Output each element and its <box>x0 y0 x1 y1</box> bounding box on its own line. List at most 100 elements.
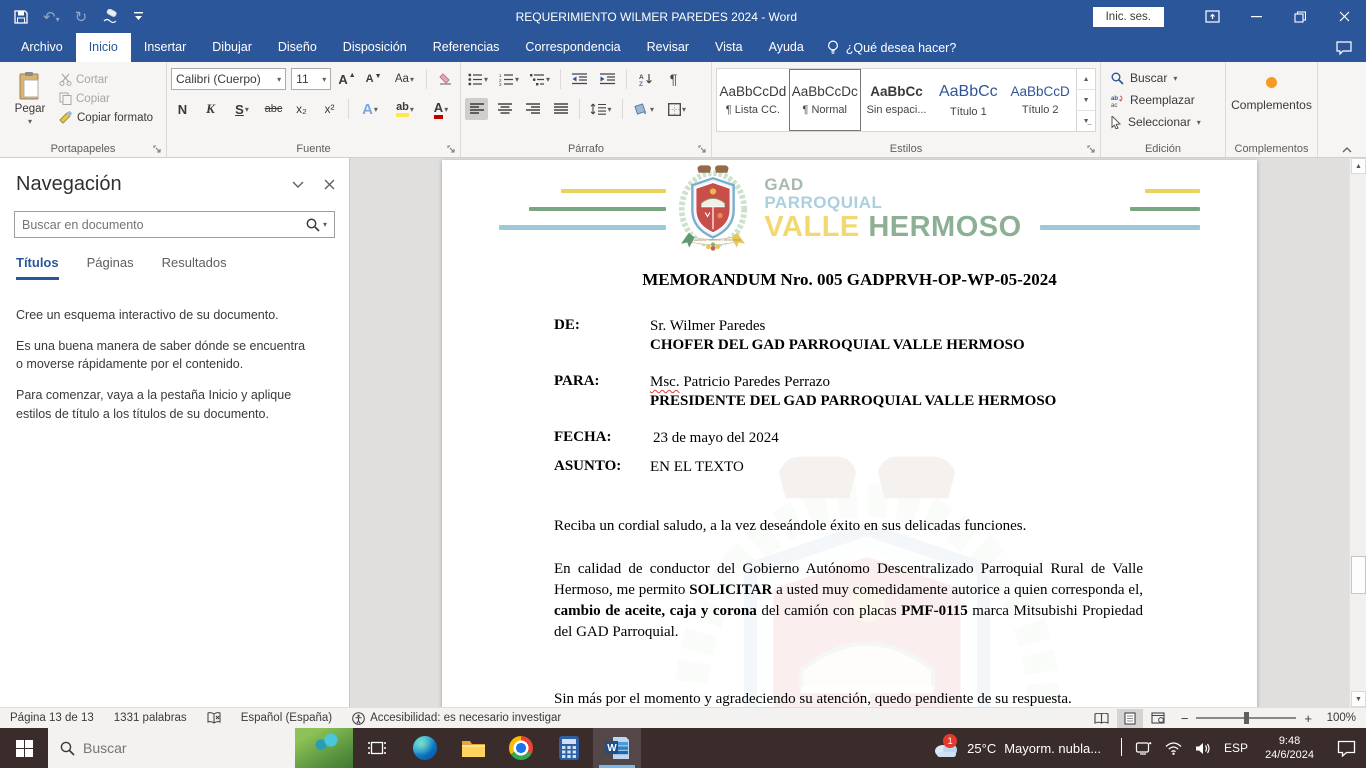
tab-referencias[interactable]: Referencias <box>420 33 513 62</box>
nav-search-input[interactable] <box>22 217 306 232</box>
tab-archivo[interactable]: Archivo <box>8 33 76 62</box>
paragraph-dialog-launcher-icon[interactable] <box>698 145 707 154</box>
search-icon[interactable] <box>306 218 320 232</box>
superscript-button[interactable]: x² <box>318 98 341 120</box>
clear-formatting-button[interactable] <box>434 68 456 90</box>
show-paragraph-marks-button[interactable]: ¶ <box>662 68 685 90</box>
paste-dropdown-icon[interactable]: ▾ <box>28 117 32 126</box>
word-app-button[interactable]: W <box>593 728 641 768</box>
calculator-app-button[interactable] <box>545 728 593 768</box>
tab-disposicion[interactable]: Disposición <box>330 33 420 62</box>
style-normal[interactable]: AaBbCcDc ¶ Normal <box>788 69 861 131</box>
start-button[interactable] <box>0 728 48 768</box>
file-explorer-button[interactable] <box>449 728 497 768</box>
styles-scroll-down-icon[interactable]: ▼ <box>1077 90 1096 111</box>
action-center-icon[interactable] <box>1337 740 1356 757</box>
close-button[interactable] <box>1322 0 1366 33</box>
scroll-up-icon[interactable]: ▲ <box>1351 158 1366 174</box>
tab-revisar[interactable]: Revisar <box>634 33 702 62</box>
proofing-icon[interactable] <box>207 712 221 724</box>
tray-expand-icon[interactable] <box>1121 738 1123 757</box>
collapse-ribbon-icon[interactable] <box>1342 146 1352 153</box>
zoom-slider[interactable] <box>1196 712 1297 724</box>
tab-inicio[interactable]: Inicio <box>75 33 131 62</box>
clock[interactable]: 9:48 24/6/2024 <box>1261 734 1318 762</box>
find-button[interactable]: Buscar ▾ <box>1105 67 1221 89</box>
style-lista-cc[interactable]: AaBbCcDd ¶ Lista CC. <box>717 69 789 131</box>
read-mode-icon[interactable] <box>1089 709 1115 728</box>
font-family-combo[interactable]: Calibri (Cuerpo) ▾ <box>171 68 287 90</box>
align-right-button[interactable] <box>521 98 544 120</box>
increase-indent-button[interactable] <box>596 68 619 90</box>
tab-vista[interactable]: Vista <box>702 33 756 62</box>
align-center-button[interactable] <box>493 98 516 120</box>
language-indicator[interactable]: Español (España) <box>241 712 332 724</box>
vertical-scrollbar[interactable]: ▲ ▼ <box>1349 158 1366 707</box>
font-size-combo[interactable]: 11 ▾ <box>291 68 332 90</box>
ribbon-display-options-icon[interactable] <box>1190 0 1234 33</box>
volume-icon[interactable] <box>1195 742 1211 755</box>
save-icon[interactable] <box>14 9 28 24</box>
weather-widget[interactable]: 1 25°C Mayorm. nubla... <box>923 728 1111 768</box>
edge-app-button[interactable] <box>401 728 449 768</box>
style-sin-espaciado[interactable]: AaBbCc Sin espaci... <box>861 69 933 131</box>
multilevel-list-button[interactable]: ▾ <box>527 68 553 90</box>
tab-diseno[interactable]: Diseño <box>265 33 330 62</box>
paste-button[interactable]: Pegar ▾ <box>4 67 56 139</box>
feedback-comment-icon[interactable] <box>1336 33 1366 62</box>
nav-chevron-down-icon[interactable] <box>292 181 304 189</box>
language-indicator[interactable]: ESP <box>1224 741 1248 755</box>
borders-button[interactable]: ▾ <box>663 98 691 120</box>
shrink-font-button[interactable]: A ▼ <box>363 68 385 90</box>
underline-button[interactable]: S ▾ <box>227 98 257 120</box>
style-titulo-2[interactable]: AaBbCcD Título 2 <box>1004 69 1076 131</box>
strikethrough-button[interactable]: abc <box>262 98 285 120</box>
style-titulo-1[interactable]: AaBbCc Título 1 <box>932 69 1004 131</box>
highlight-button[interactable]: ab ▾ <box>389 98 421 120</box>
zoom-in-button[interactable]: + <box>1304 711 1312 726</box>
tab-insertar[interactable]: Insertar <box>131 33 199 62</box>
format-painter-button[interactable]: Copiar formato <box>56 109 156 126</box>
restore-button[interactable] <box>1278 0 1322 33</box>
print-layout-icon[interactable] <box>1116 708 1143 728</box>
bullets-button[interactable]: ▾ <box>465 68 491 90</box>
tab-dibujar[interactable]: Dibujar <box>199 33 265 62</box>
styles-scroll-up-icon[interactable]: ▲ <box>1077 69 1096 90</box>
shading-button[interactable]: ▾ <box>630 98 658 120</box>
scrollbar-thumb[interactable] <box>1351 556 1366 594</box>
nav-search-box[interactable]: ▾ <box>14 211 335 238</box>
styles-more-icon[interactable]: ▼̲ <box>1077 111 1095 131</box>
zoom-slider-handle[interactable] <box>1244 712 1250 724</box>
grow-font-button[interactable]: A ▲ <box>336 68 358 90</box>
document-page[interactable]: GAD PARROQUIAL VALLE HERMOSO MEMORANDUM … <box>442 160 1257 707</box>
word-count[interactable]: 1331 palabras <box>114 712 187 724</box>
taskbar-search-input[interactable] <box>75 740 295 756</box>
font-color-button[interactable]: A ▾ <box>426 98 456 120</box>
chrome-app-button[interactable] <box>497 728 545 768</box>
wifi-icon[interactable] <box>1165 741 1182 755</box>
subscript-button[interactable]: x₂ <box>290 98 313 120</box>
draw-eraser-icon[interactable] <box>102 9 119 24</box>
font-dialog-launcher-icon[interactable] <box>447 145 456 154</box>
line-spacing-button[interactable]: ▾ <box>587 98 615 120</box>
zoom-out-button[interactable]: − <box>1181 711 1189 726</box>
styles-dialog-launcher-icon[interactable] <box>1087 145 1096 154</box>
justify-button[interactable] <box>549 98 572 120</box>
scroll-down-icon[interactable]: ▼ <box>1351 691 1366 707</box>
align-left-button[interactable] <box>465 98 488 120</box>
accessibility-status[interactable]: Accesibilidad: es necesario investigar <box>352 711 561 725</box>
search-highlight-image[interactable] <box>295 728 353 768</box>
web-layout-icon[interactable] <box>1145 709 1171 728</box>
nav-close-icon[interactable] <box>324 179 335 190</box>
nav-tab-titulos[interactable]: Títulos <box>16 255 59 280</box>
replace-button[interactable]: ab ac Reemplazar <box>1105 89 1221 111</box>
tell-me-box[interactable]: ¿Qué desea hacer? <box>817 33 967 62</box>
page-indicator[interactable]: Página 13 de 13 <box>10 712 94 724</box>
italic-button[interactable]: K <box>199 98 222 120</box>
nav-tab-resultados[interactable]: Resultados <box>162 255 227 280</box>
addins-button[interactable]: Complementos <box>1230 67 1313 112</box>
zoom-level[interactable]: 100% <box>1322 712 1356 724</box>
cast-icon[interactable] <box>1135 741 1152 755</box>
task-view-button[interactable] <box>353 728 401 768</box>
bold-button[interactable]: N <box>171 98 194 120</box>
